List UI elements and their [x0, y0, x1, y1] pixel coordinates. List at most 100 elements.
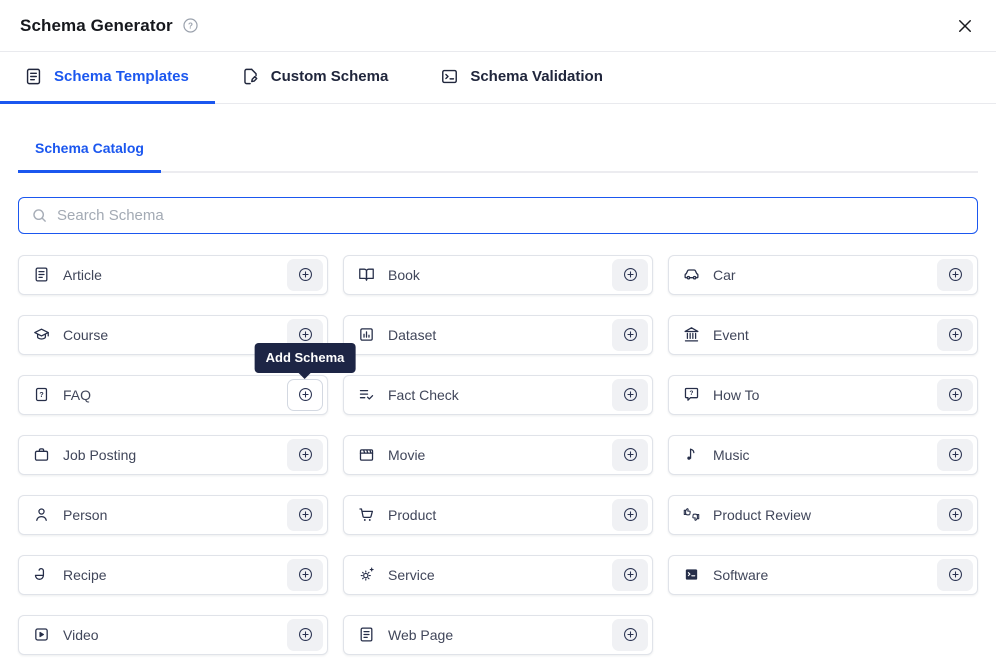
svg-text:?: ?: [39, 391, 43, 399]
add-music-button[interactable]: [937, 439, 973, 471]
subtab-schema-catalog[interactable]: Schema Catalog: [18, 134, 161, 173]
schema-card-label: Movie: [388, 447, 612, 463]
recipe-icon: [33, 566, 50, 583]
schema-card-label: Video: [63, 627, 287, 643]
tab-schema-validation[interactable]: Schema Validation: [414, 52, 629, 104]
close-button[interactable]: [956, 17, 974, 35]
schema-card-label: Service: [388, 567, 612, 583]
add-how-to-button[interactable]: [937, 379, 973, 411]
schema-card-label: Job Posting: [63, 447, 287, 463]
faq-icon: ?: [33, 386, 50, 403]
terminal-square-icon: [440, 67, 459, 86]
dataset-icon: [358, 326, 375, 343]
schema-card-course[interactable]: Course: [18, 315, 328, 355]
search-input[interactable]: [57, 207, 965, 224]
schema-catalog-grid: Article Book Car Course Dataset Event ? …: [18, 255, 978, 655]
schema-card-recipe[interactable]: Recipe: [18, 555, 328, 595]
music-icon: [683, 446, 700, 463]
schema-card-label: Software: [713, 567, 937, 583]
tab-schema-templates[interactable]: Schema Templates: [0, 52, 215, 104]
add-job-posting-button[interactable]: [287, 439, 323, 471]
schema-card-product[interactable]: Product: [343, 495, 653, 535]
add-car-button[interactable]: [937, 259, 973, 291]
add-service-button[interactable]: [612, 559, 648, 591]
add-person-button[interactable]: [287, 499, 323, 531]
file-edit-icon: [241, 67, 260, 86]
add-course-button[interactable]: [287, 319, 323, 351]
add-dataset-button[interactable]: [612, 319, 648, 351]
add-software-button[interactable]: [937, 559, 973, 591]
schema-card-web-page[interactable]: Web Page: [343, 615, 653, 655]
person-icon: [33, 506, 50, 523]
product-review-icon: [683, 506, 700, 523]
schema-card-label: Product Review: [713, 507, 937, 523]
page-title: Schema Generator: [20, 16, 173, 36]
schema-card-event[interactable]: Event: [668, 315, 978, 355]
schema-card-book[interactable]: Book: [343, 255, 653, 295]
schema-card-label: Product: [388, 507, 612, 523]
tab-custom-schema[interactable]: Custom Schema: [215, 52, 415, 104]
schema-card-movie[interactable]: Movie: [343, 435, 653, 475]
schema-card-person[interactable]: Person: [18, 495, 328, 535]
tab-label: Schema Templates: [54, 68, 189, 85]
tab-label: Schema Validation: [470, 68, 603, 85]
schema-card-label: Web Page: [388, 627, 612, 643]
schema-card-label: Article: [63, 267, 287, 283]
car-icon: [683, 266, 700, 283]
add-web-page-button[interactable]: [612, 619, 648, 651]
schema-card-label: FAQ: [63, 387, 287, 403]
add-book-button[interactable]: [612, 259, 648, 291]
event-icon: [683, 326, 700, 343]
job-posting-icon: [33, 446, 50, 463]
schema-card-label: Fact Check: [388, 387, 612, 403]
modal-header: Schema Generator ?: [0, 0, 996, 52]
schema-card-dataset[interactable]: Dataset: [343, 315, 653, 355]
add-product-review-button[interactable]: [937, 499, 973, 531]
book-icon: [358, 266, 375, 283]
add-faq-button[interactable]: [287, 379, 323, 411]
schema-card-label: Event: [713, 327, 937, 343]
schema-card-product-review[interactable]: Product Review: [668, 495, 978, 535]
add-product-button[interactable]: [612, 499, 648, 531]
schema-card-fact-check[interactable]: Fact Check: [343, 375, 653, 415]
add-video-button[interactable]: [287, 619, 323, 651]
add-article-button[interactable]: [287, 259, 323, 291]
schema-card-label: Recipe: [63, 567, 287, 583]
schema-card-label: Dataset: [388, 327, 612, 343]
schema-card-how-to[interactable]: ? How To: [668, 375, 978, 415]
schema-card-article[interactable]: Article: [18, 255, 328, 295]
add-fact-check-button[interactable]: [612, 379, 648, 411]
software-icon: [683, 566, 700, 583]
file-lines-icon: [24, 67, 43, 86]
content-area: Schema Catalog Article Book Car Course D…: [0, 134, 996, 655]
schema-card-label: Music: [713, 447, 937, 463]
tab-label: Custom Schema: [271, 68, 389, 85]
web-page-icon: [358, 626, 375, 643]
search-icon: [31, 207, 48, 224]
main-tab-bar: Schema Templates Custom Schema Schema Va…: [0, 52, 996, 104]
schema-card-job-posting[interactable]: Job Posting: [18, 435, 328, 475]
svg-text:?: ?: [690, 390, 694, 397]
schema-card-car[interactable]: Car: [668, 255, 978, 295]
schema-card-label: Person: [63, 507, 287, 523]
svg-text:?: ?: [188, 22, 193, 31]
sub-tab-bar: Schema Catalog: [18, 134, 978, 173]
schema-card-video[interactable]: Video: [18, 615, 328, 655]
schema-card-label: Book: [388, 267, 612, 283]
schema-card-faq[interactable]: ? FAQ: [18, 375, 328, 415]
course-icon: [33, 326, 50, 343]
help-icon[interactable]: ?: [182, 17, 199, 34]
how-to-icon: ?: [683, 386, 700, 403]
schema-card-service[interactable]: Service: [343, 555, 653, 595]
schema-card-music[interactable]: Music: [668, 435, 978, 475]
add-recipe-button[interactable]: [287, 559, 323, 591]
schema-card-label: Car: [713, 267, 937, 283]
video-icon: [33, 626, 50, 643]
add-movie-button[interactable]: [612, 439, 648, 471]
add-event-button[interactable]: [937, 319, 973, 351]
movie-icon: [358, 446, 375, 463]
schema-card-software[interactable]: Software: [668, 555, 978, 595]
schema-search-box: [18, 197, 978, 234]
service-icon: [358, 566, 375, 583]
schema-card-label: Course: [63, 327, 287, 343]
